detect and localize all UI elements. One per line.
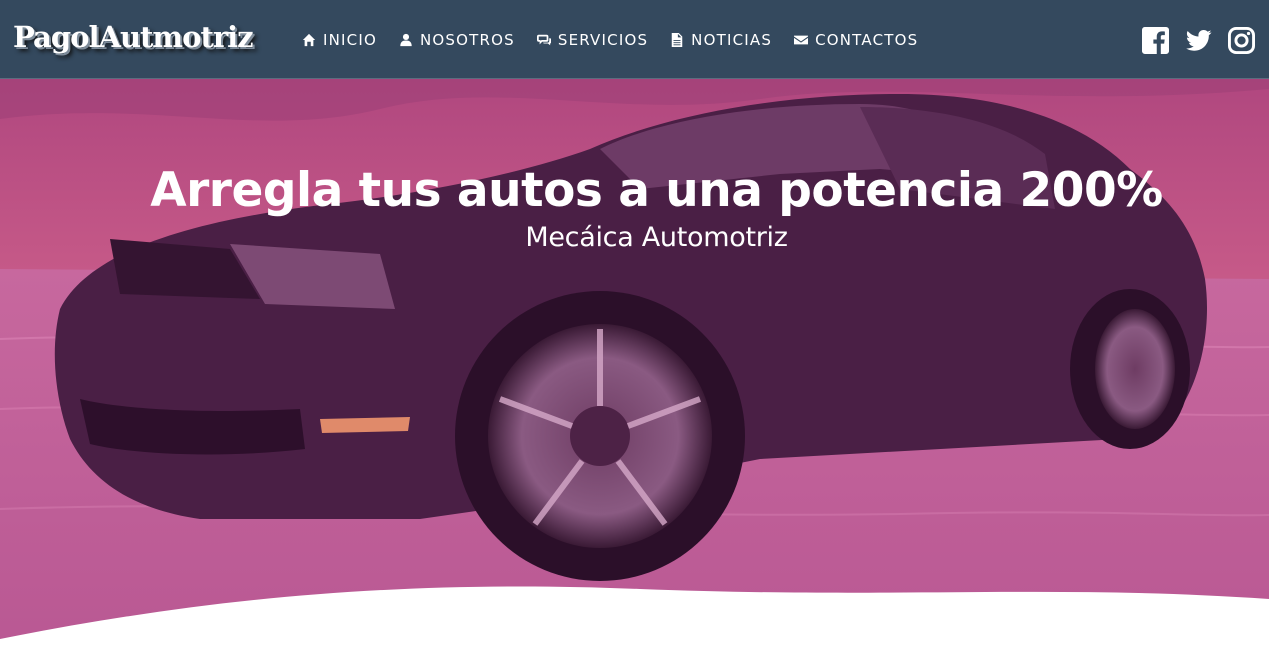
nav-item-label: NOTICIAS (691, 31, 773, 49)
facebook-icon (1142, 27, 1169, 54)
hero-title: Arregla tus autos a una potencia 200% (150, 163, 1163, 218)
main-menu: INICIO NOSOTROS SERVICIOS NOTICIAS CONTA… (302, 30, 940, 50)
comments-icon (536, 34, 551, 46)
nav-item-servicios[interactable]: SERVICIOS (536, 30, 649, 50)
nav-item-label: INICIO (323, 31, 377, 49)
nav-item-label: NOSOTROS (419, 31, 515, 49)
nav-item-inicio[interactable]: INICIO (302, 30, 377, 50)
navbar: PagolAutmotriz INICIO NOSOTROS SERVICIOS… (0, 0, 1269, 79)
twitter-link[interactable] (1185, 27, 1212, 54)
nav-item-contactos[interactable]: CONTACTOS (794, 30, 918, 50)
twitter-icon (1186, 29, 1212, 51)
file-icon (671, 33, 683, 47)
hero-subtitle: Mecáica Automotriz (525, 222, 788, 253)
nav-item-label: CONTACTOS (815, 31, 919, 49)
instagram-icon (1228, 27, 1255, 54)
home-icon (302, 33, 316, 47)
hero-banner: Arregla tus autos a una potencia 200% Me… (0, 79, 1269, 653)
nav-item-label: SERVICIOS (557, 31, 649, 49)
nav-item-noticias[interactable]: NOTICIAS (670, 30, 772, 50)
envelope-icon (794, 35, 809, 45)
brand-logo[interactable]: PagolAutmotriz (13, 20, 254, 54)
user-icon (400, 33, 412, 47)
instagram-link[interactable] (1228, 27, 1255, 54)
nav-item-nosotros[interactable]: NOSOTROS (399, 30, 515, 50)
hero-text: Arregla tus autos a una potencia 200% Me… (0, 163, 1269, 253)
facebook-link[interactable] (1142, 27, 1169, 54)
social-links (1142, 27, 1255, 54)
